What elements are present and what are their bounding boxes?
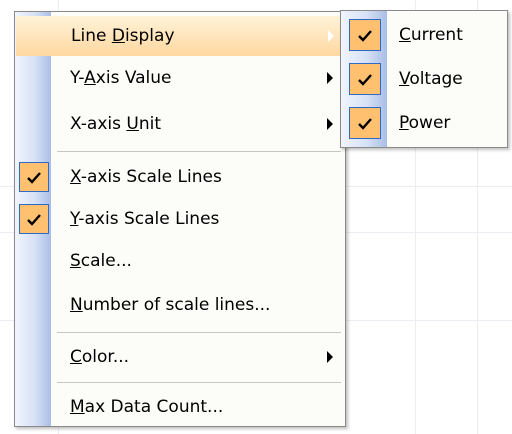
submenu-item-current[interactable]: Current	[341, 13, 507, 57]
menu-item-number-of-scale-lines[interactable]: Number of scale lines...	[15, 285, 345, 325]
menu-separator	[57, 382, 341, 383]
menu-item-label: Y-axis Scale Lines	[70, 209, 220, 229]
checkmark-icon	[349, 63, 381, 95]
submenu-arrow-icon	[327, 72, 333, 84]
submenu-item-label: Current	[399, 25, 463, 45]
menu-item-y-axis-scale-lines[interactable]: Y-axis Scale Lines	[15, 199, 345, 239]
menu-item-label: Y-Axis Value	[70, 68, 172, 88]
menu-item-scale[interactable]: Scale...	[15, 241, 345, 281]
checkmark-icon	[349, 107, 381, 139]
checkmark-icon	[19, 162, 49, 192]
submenu-arrow-icon	[327, 351, 333, 363]
menu-item-label: X-axis Unit	[70, 114, 162, 134]
submenu-item-power[interactable]: Power	[341, 101, 507, 145]
submenu-arrow-icon	[327, 118, 333, 130]
menu-item-label: Max Data Count...	[70, 397, 224, 417]
menu-item-label: Scale...	[70, 251, 132, 271]
menu-item-color[interactable]: Color...	[15, 337, 345, 377]
submenu-arrow-icon	[328, 30, 334, 42]
menu-item-x-axis-scale-lines[interactable]: X-axis Scale Lines	[15, 157, 345, 197]
menu-item-line-display[interactable]: Line Display	[16, 16, 344, 56]
menu-separator	[57, 332, 341, 333]
context-menu: Line Display Y-Axis Value X-axis Unit X-…	[14, 11, 346, 427]
menu-separator	[57, 151, 341, 152]
menu-item-label: Color...	[70, 347, 130, 367]
checkmark-icon	[349, 19, 381, 51]
menu-item-label: Number of scale lines...	[70, 295, 271, 315]
menu-item-max-data-count[interactable]: Max Data Count...	[15, 387, 345, 427]
menu-item-x-axis-unit[interactable]: X-axis Unit	[15, 104, 345, 144]
menu-item-label: Line Display	[71, 26, 175, 46]
submenu-item-label: Power	[399, 113, 451, 133]
submenu-item-voltage[interactable]: Voltage	[341, 57, 507, 101]
line-display-submenu: Current Voltage Power	[340, 10, 508, 148]
submenu-item-label: Voltage	[399, 69, 463, 89]
menu-item-y-axis-value[interactable]: Y-Axis Value	[15, 58, 345, 98]
menu-item-label: X-axis Scale Lines	[70, 167, 222, 187]
checkmark-icon	[19, 204, 49, 234]
